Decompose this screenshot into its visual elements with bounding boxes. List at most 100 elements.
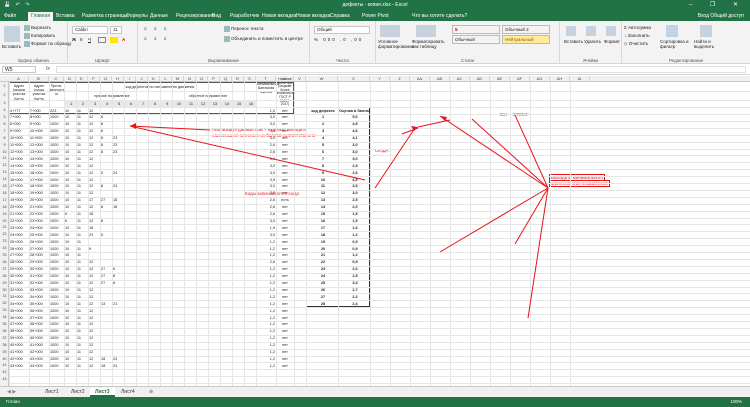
cell-length[interactable]: 1000 [50,219,58,223]
cell-code[interactable]: 12 [89,316,93,320]
cell-end[interactable]: 22+000 [30,212,43,216]
cell-min-score[interactable]: 3,0 [257,122,275,126]
cell-code[interactable]: 10 [65,171,69,175]
cell-code[interactable]: 11 [77,357,81,361]
cell-length[interactable]: 1000 [50,205,58,209]
cell-code[interactable]: 11 [77,336,81,340]
ref-score[interactable]: 3,0 [339,157,371,161]
number-format-select[interactable]: Общий [314,26,370,34]
ref-code[interactable]: 25 [307,281,339,285]
cell-code[interactable]: 12 [89,267,93,271]
cell-code[interactable]: 10 [65,129,69,133]
align-top-icons[interactable]: ≡ ≡ ≡ [144,26,169,31]
style-neutral[interactable]: Нейтральный [502,35,550,44]
cell-end[interactable]: 36+000 [30,309,43,313]
cell-min-score[interactable]: 3,0 [257,164,275,168]
cell-length[interactable]: 1000 [50,364,58,368]
row-header[interactable]: 41 [0,362,9,369]
row-header[interactable]: 9 [0,142,9,149]
cell-start[interactable]: 33+000 [10,295,23,299]
cell-length[interactable]: 1000 [50,233,58,237]
cell-code[interactable]: 11 [77,178,81,182]
conditional-format-button[interactable]: Условное форматирование [378,39,414,49]
cell-length[interactable]: 223 [50,109,56,113]
cell-end[interactable]: 37+000 [30,316,43,320]
cell-presence[interactable]: нет [277,171,293,175]
cell-min-score[interactable]: 2,6 [257,205,275,209]
column-header[interactable]: AA [410,76,430,82]
row-header[interactable]: 12 [0,162,9,169]
fill-color-icon[interactable] [110,37,118,43]
format-cells-button[interactable]: Формат [604,39,620,44]
cell-min-score[interactable]: 3,0 [257,184,275,188]
cell-code[interactable]: 10 [65,247,69,251]
cell-length[interactable]: 1000 [50,115,58,119]
column-header[interactable]: Z [390,76,410,82]
cell-code[interactable]: 11 [77,191,81,195]
cell-code[interactable]: 12 [89,157,93,161]
cell-code[interactable]: 12 [89,178,93,182]
insert-cells-icon[interactable] [566,26,576,36]
sheet-tab[interactable]: Лист3 [90,388,115,397]
cell-end[interactable]: 17+000 [30,178,43,182]
cell-start[interactable]: 38+000 [10,329,23,333]
ref-score[interactable]: 1,2 [339,253,371,257]
cell-code[interactable]: 27 [101,198,105,202]
cell-code[interactable]: 10 [65,316,69,320]
cell-min-score[interactable]: 3,0 [257,115,275,119]
ref-score[interactable]: 2,0 [339,205,371,209]
cell-start[interactable]: 41+000 [10,350,23,354]
cell-length[interactable]: 1000 [50,212,58,216]
row-header[interactable]: 32 [0,300,9,307]
spreadsheet-grid[interactable]: A B C D E F G H I J K L M N O P Q R S T U V W X Y Z AA AB AC AD AE AF AG… [0,76,750,386]
cell-code[interactable]: 10 [65,178,69,182]
row-header[interactable]: 35 [0,321,9,328]
italic-button[interactable]: К [80,37,83,42]
cell-presence[interactable]: нет [277,212,293,216]
tab-6[interactable]: Рецензирование [176,13,215,19]
cell-end[interactable]: 25+000 [30,233,43,237]
cell-code[interactable]: 11 [77,316,81,320]
cell-start[interactable]: 14+000 [10,164,23,168]
ref-score[interactable]: 1,2 [339,233,371,237]
cell-presence[interactable]: нет [277,122,293,126]
cell-code[interactable]: 11 [77,171,81,175]
cell-end[interactable]: 19+000 [30,191,43,195]
row-header[interactable]: 7 [0,128,9,135]
cell-code[interactable]: 10 [65,150,69,154]
cell-code[interactable]: 18 [113,205,117,209]
cell-code[interactable]: 12 [89,302,93,306]
column-header[interactable]: AE [490,76,510,82]
ref-score[interactable]: 3,4 [339,281,371,285]
formula-input[interactable] [56,66,746,73]
cell-min-score[interactable]: 1,2 [257,336,275,340]
row-header[interactable]: 25 [0,252,9,259]
cell-code[interactable]: 18 [89,212,93,216]
cell-code[interactable]: 12 [89,322,93,326]
cell-code[interactable]: 11 [77,150,81,154]
cell-code[interactable]: 11 [77,198,81,202]
cell-presence[interactable]: нет [277,336,293,340]
cell-code[interactable]: 12 [89,274,93,278]
cell-min-score[interactable]: 1,2 [257,309,275,313]
ref-score[interactable]: 3,0 [339,150,371,154]
cell-min-score[interactable]: 1,2 [257,247,275,251]
cell-presence[interactable]: нет [277,309,293,313]
cell-code[interactable]: 12 [89,329,93,333]
cell-length[interactable]: 1000 [50,316,58,320]
cell-presence[interactable]: нет [277,329,293,333]
cell-code[interactable]: 18 [101,357,105,361]
cell-start[interactable]: 13+000 [10,157,23,161]
cell-min-score[interactable]: 1,2 [257,364,275,368]
cell-code[interactable]: 11 [77,274,81,278]
cell-code[interactable]: 10 [65,136,69,140]
column-header[interactable]: AF [510,76,530,82]
ref-score[interactable]: 0,9 [339,247,371,251]
cell-code[interactable]: 11 [77,309,81,313]
cell-code[interactable]: 6 [65,212,67,216]
cell-presence[interactable]: нет [277,150,293,154]
cell-code[interactable]: 18 [89,226,93,230]
cell-code[interactable]: 23 [113,136,117,140]
cell-start[interactable]: 26+000 [10,247,23,251]
copy-button[interactable]: Копировать [24,33,55,39]
